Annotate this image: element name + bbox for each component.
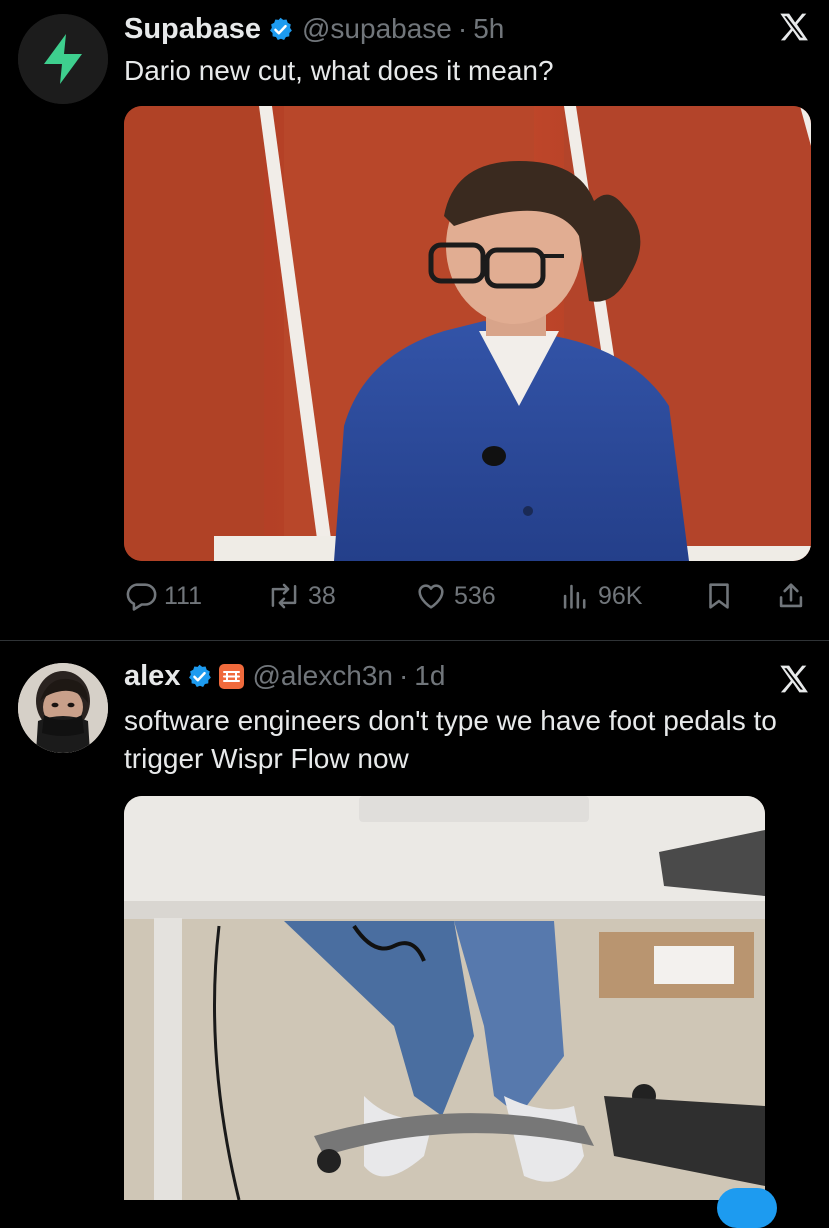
share-button[interactable] bbox=[774, 576, 808, 616]
tweet-1-header: Supabase @supabase · 5h bbox=[124, 9, 504, 49]
view-count: 96K bbox=[598, 581, 643, 610]
analytics-bars-icon bbox=[563, 584, 586, 609]
tweet-1-actions: 111 38 536 96K bbox=[124, 576, 814, 616]
separator-dot: · bbox=[398, 660, 409, 691]
bookmark-button[interactable] bbox=[702, 576, 736, 616]
profile-photo bbox=[18, 663, 108, 753]
separator-dot: · bbox=[457, 13, 468, 44]
supabase-avatar[interactable] bbox=[18, 14, 108, 104]
reply-count: 111 bbox=[164, 581, 203, 610]
affiliate-badge-icon[interactable] bbox=[219, 663, 245, 689]
like-button[interactable]: 536 bbox=[414, 576, 496, 616]
share-upload-icon bbox=[779, 583, 803, 608]
tweet-2-header: alex @alexch3n · 1d bbox=[124, 656, 445, 696]
verified-badge-icon bbox=[267, 16, 294, 43]
author-name[interactable]: alex bbox=[124, 660, 180, 693]
tweet-2-photo[interactable] bbox=[124, 796, 765, 1216]
tweet-2-text: software engineers don't type we have fo… bbox=[124, 705, 777, 774]
verified-badge-icon bbox=[186, 663, 213, 690]
repost-icon bbox=[271, 583, 297, 609]
x-logo-icon bbox=[777, 663, 809, 695]
author-name[interactable]: Supabase bbox=[124, 13, 261, 46]
repost-button[interactable]: 38 bbox=[266, 576, 336, 616]
bookmark-icon bbox=[709, 583, 729, 609]
author-handle[interactable]: @supabase bbox=[302, 13, 452, 45]
tweet-1-photo[interactable] bbox=[124, 106, 811, 561]
tweet-1-text: Dario new cut, what does it mean? bbox=[124, 55, 554, 86]
author-handle[interactable]: @alexch3n bbox=[252, 660, 393, 692]
repost-count: 38 bbox=[308, 581, 336, 610]
timestamp[interactable]: 1d bbox=[414, 660, 445, 692]
desk-foot-pedal-photo bbox=[124, 796, 765, 1201]
reply-bubble-icon bbox=[126, 583, 157, 611]
compose-fab[interactable] bbox=[717, 1188, 777, 1228]
alex-avatar[interactable] bbox=[18, 663, 108, 753]
views-button[interactable]: 96K bbox=[558, 576, 642, 616]
heart-icon bbox=[418, 584, 444, 609]
timestamp[interactable]: 5h bbox=[473, 13, 504, 45]
supabase-logo-icon bbox=[18, 14, 108, 104]
reply-button[interactable]: 111 bbox=[124, 576, 202, 616]
x-logo-icon bbox=[777, 11, 809, 43]
like-count: 536 bbox=[454, 581, 496, 610]
interview-photo bbox=[124, 106, 811, 561]
